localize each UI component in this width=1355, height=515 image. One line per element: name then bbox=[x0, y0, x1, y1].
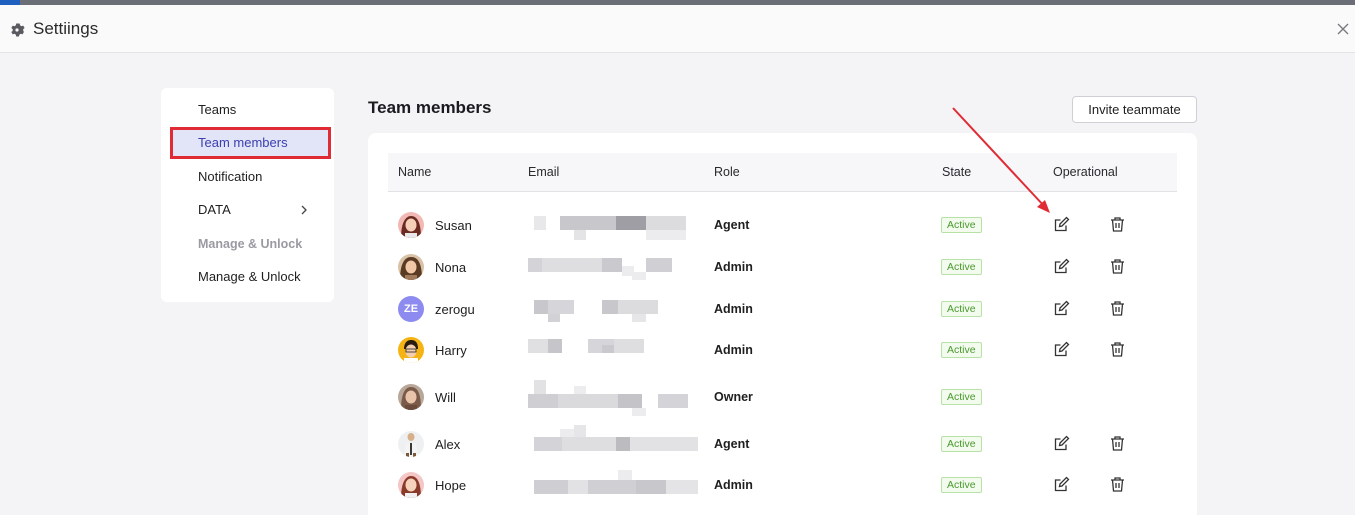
avatar bbox=[398, 337, 424, 363]
avatar bbox=[398, 254, 424, 280]
sidebar-item-team-members[interactable]: Team members bbox=[170, 127, 331, 159]
table-row: Nona Admin Active bbox=[388, 247, 1177, 287]
email-redacted bbox=[528, 252, 693, 282]
email-redacted bbox=[528, 380, 693, 416]
email-redacted bbox=[528, 335, 693, 365]
table-row: Susan Agent Active bbox=[388, 205, 1177, 245]
chevron-right-icon bbox=[301, 205, 307, 215]
avatar bbox=[398, 384, 424, 410]
sidebar-item-manage-unlock-disabled: Manage & Unlock bbox=[198, 237, 303, 251]
avatar bbox=[398, 212, 424, 238]
settings-header: Settiings bbox=[0, 5, 1355, 53]
edit-icon[interactable] bbox=[1053, 476, 1070, 493]
email-redacted bbox=[528, 470, 698, 500]
member-name: zerogu bbox=[435, 302, 475, 317]
sidebar-item-manage-unlock[interactable]: Manage & Unlock bbox=[173, 264, 328, 290]
column-header-role: Role bbox=[714, 165, 740, 179]
edit-icon[interactable] bbox=[1053, 258, 1070, 275]
table-row: ZE zerogu Admin Active bbox=[388, 289, 1177, 329]
member-role: Owner bbox=[714, 390, 753, 404]
close-icon[interactable] bbox=[1334, 20, 1352, 38]
email-redacted bbox=[528, 425, 698, 459]
gear-icon bbox=[11, 23, 25, 37]
avatar bbox=[398, 431, 424, 457]
member-name: Will bbox=[435, 390, 456, 405]
avatar bbox=[398, 472, 424, 498]
sidebar-item-data[interactable]: DATA bbox=[173, 197, 328, 223]
trash-icon[interactable] bbox=[1109, 476, 1126, 493]
status-badge: Active bbox=[941, 342, 982, 358]
edit-icon[interactable] bbox=[1053, 216, 1070, 233]
column-header-state: State bbox=[942, 165, 972, 179]
status-badge: Active bbox=[941, 217, 982, 233]
table-row: Alex Agent Active bbox=[388, 424, 1177, 464]
member-role: Admin bbox=[714, 343, 753, 357]
settings-sidebar: Teams Team members Notification DATA Man… bbox=[161, 88, 334, 302]
table-row: Will Owner Active bbox=[388, 377, 1177, 417]
member-name: Hope bbox=[435, 478, 467, 493]
members-table-card: Name Email Role State Operational Susan … bbox=[368, 133, 1197, 515]
sidebar-item-notification[interactable]: Notification bbox=[173, 164, 328, 190]
invite-teammate-button[interactable]: Invite teammate bbox=[1072, 96, 1197, 123]
page-title: Team members bbox=[368, 98, 492, 117]
member-name: Nona bbox=[435, 260, 467, 275]
status-badge: Active bbox=[941, 301, 982, 317]
page-header-title: Settiings bbox=[33, 19, 99, 38]
member-name: Alex bbox=[435, 437, 461, 452]
email-redacted bbox=[528, 294, 693, 324]
trash-icon[interactable] bbox=[1109, 341, 1126, 358]
member-role: Admin bbox=[714, 302, 753, 316]
status-badge: Active bbox=[941, 259, 982, 275]
email-redacted bbox=[528, 210, 693, 240]
trash-icon[interactable] bbox=[1109, 216, 1126, 233]
member-role: Admin bbox=[714, 478, 753, 492]
member-role: Admin bbox=[714, 260, 753, 274]
table-row: Harry Admin Active bbox=[388, 330, 1177, 370]
edit-icon[interactable] bbox=[1053, 341, 1070, 358]
table-row: Hope Admin Active bbox=[388, 465, 1177, 505]
status-badge: Active bbox=[941, 436, 982, 452]
edit-icon[interactable] bbox=[1053, 300, 1070, 317]
member-name: Harry bbox=[435, 343, 467, 358]
trash-icon[interactable] bbox=[1109, 258, 1126, 275]
member-role: Agent bbox=[714, 218, 750, 232]
member-name: Susan bbox=[435, 218, 472, 233]
trash-icon[interactable] bbox=[1109, 300, 1126, 317]
status-badge: Active bbox=[941, 477, 982, 493]
column-header-operational: Operational bbox=[1053, 165, 1118, 179]
trash-icon[interactable] bbox=[1109, 435, 1126, 452]
member-role: Agent bbox=[714, 437, 750, 451]
column-header-name: Name bbox=[398, 165, 432, 179]
table-header: Name Email Role State Operational bbox=[388, 153, 1177, 192]
sidebar-item-label: DATA bbox=[198, 202, 231, 217]
avatar: ZE bbox=[398, 296, 424, 322]
status-badge: Active bbox=[941, 389, 982, 405]
column-header-email: Email bbox=[528, 165, 560, 179]
sidebar-item-teams[interactable]: Teams bbox=[173, 97, 328, 123]
edit-icon[interactable] bbox=[1053, 435, 1070, 452]
